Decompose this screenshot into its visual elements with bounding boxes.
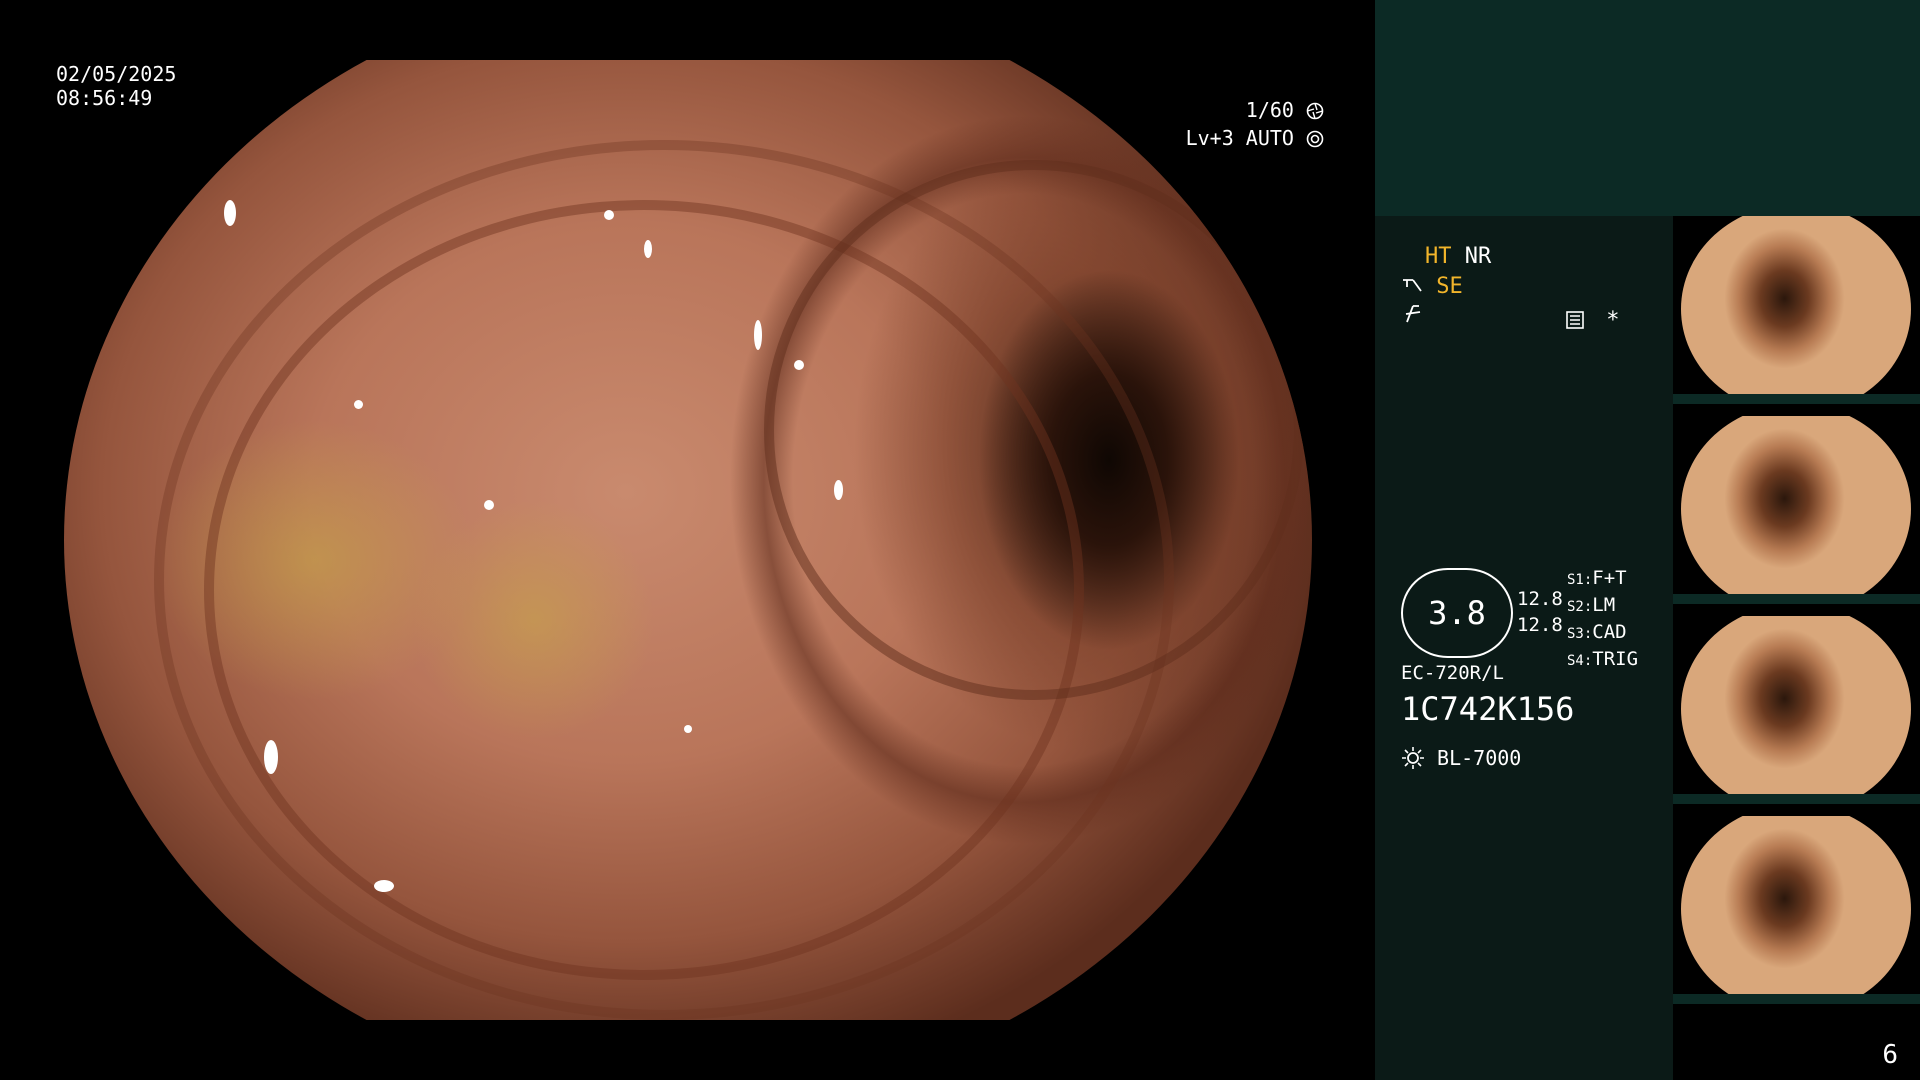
level-row: Lv+3 AUTO (1186, 124, 1324, 152)
shutter-speed: 1/60 (1245, 98, 1294, 122)
thumbnail[interactable] (1673, 216, 1920, 404)
thumbnail-image (1681, 216, 1911, 404)
page-number: 6 (1882, 1040, 1898, 1070)
scope-serial: 1C742K156 (1401, 690, 1575, 728)
switch-list: S1:F+T S2:LM S3:CAD S4:TRIG (1567, 566, 1638, 674)
thumbnail-bar (1673, 994, 1920, 1004)
scope-info: HT NR SE * 3.8 12.8 12.8 S1:F+T S2:LM S3… (1375, 216, 1673, 1080)
thumbnail-image (1681, 416, 1911, 604)
light-reflection (484, 500, 494, 510)
scope-model: EC-720R/L (1401, 662, 1504, 684)
thumbnail[interactable] (1673, 416, 1920, 604)
light-reflection (224, 200, 236, 226)
aperture-icon (1306, 102, 1324, 120)
magnification-value: 3.8 (1428, 594, 1486, 632)
side-panel: HT NR SE * 3.8 12.8 12.8 S1:F+T S2:LM S3… (1375, 0, 1920, 1080)
light-reflection (644, 240, 652, 258)
light-reflection (754, 320, 762, 350)
time: 08:56:49 (56, 86, 153, 110)
light-reflection (794, 360, 804, 370)
thumbnail-bar (1673, 394, 1920, 404)
value-2: 12.8 (1517, 614, 1563, 636)
iris-icon (1306, 130, 1324, 148)
thumbnail-image (1681, 816, 1911, 1004)
light-source: BL-7000 (1437, 746, 1522, 770)
ht-label: HT (1425, 244, 1452, 269)
star-label: * (1606, 308, 1620, 333)
magnification-badge: 3.8 (1401, 568, 1513, 658)
panel-header (1375, 0, 1920, 216)
mucosal-fold (764, 160, 1304, 700)
light-reflection (264, 740, 278, 774)
switch-item: S2:LM (1567, 594, 1616, 616)
switch-item: S4:TRIG (1567, 648, 1639, 670)
se-row: SE (1401, 274, 1463, 299)
record-row: * (1565, 308, 1620, 333)
enhance-row (1403, 304, 1423, 330)
thumbnail[interactable] (1673, 816, 1920, 1004)
sun-icon (1402, 747, 1424, 769)
light-reflection (354, 400, 363, 409)
light-source-row: BL-7000 (1401, 746, 1521, 770)
se-label: SE (1436, 274, 1463, 299)
light-reflection (374, 880, 394, 892)
brightness-level: Lv+3 AUTO (1185, 126, 1294, 150)
switch-item: S1:F+T (1567, 567, 1627, 589)
film-icon (1566, 311, 1584, 329)
enhance-icon (1405, 305, 1421, 323)
scope-icon (1403, 279, 1422, 292)
light-reflection (604, 210, 614, 220)
light-reflection (834, 480, 843, 500)
thumbnail-bar (1673, 794, 1920, 804)
nr-label: NR (1464, 244, 1492, 269)
light-reflection (684, 725, 692, 733)
switch-item: S3:CAD (1567, 621, 1627, 643)
thumbnail[interactable] (1673, 616, 1920, 804)
shutter-row: 1/60 (1186, 96, 1324, 124)
timestamp: 02/05/2025 08:56:49 (56, 62, 176, 110)
thumbnail-image (1681, 616, 1911, 804)
endoscopic-image (64, 60, 1312, 1020)
mode-row: HT NR (1425, 244, 1491, 269)
value-1: 12.8 (1517, 588, 1563, 610)
thumbnail-bar (1673, 594, 1920, 604)
date: 02/05/2025 (56, 62, 177, 86)
exposure-info: 1/60 Lv+3 AUTO (1186, 96, 1324, 152)
